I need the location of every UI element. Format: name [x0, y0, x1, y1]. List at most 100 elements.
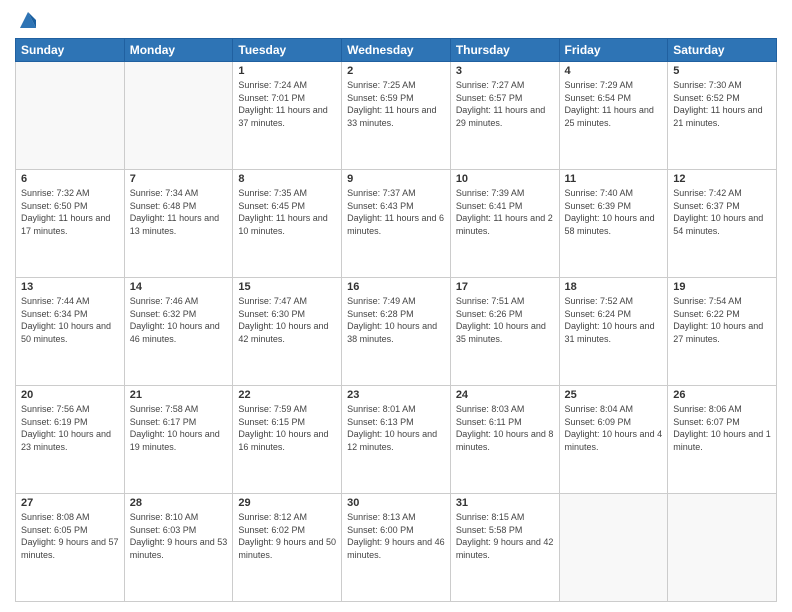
day-number: 7	[130, 173, 228, 185]
day-number: 3	[456, 65, 554, 77]
day-number: 1	[238, 65, 336, 77]
calendar-cell: 9 Sunrise: 7:37 AM Sunset: 6:43 PM Daylig…	[342, 170, 451, 278]
day-info: Sunrise: 7:30 AM Sunset: 6:52 PM Dayligh…	[673, 79, 771, 129]
day-number: 11	[565, 173, 663, 185]
day-info: Sunrise: 7:37 AM Sunset: 6:43 PM Dayligh…	[347, 187, 445, 237]
calendar-cell	[668, 494, 777, 602]
calendar-cell: 27 Sunrise: 8:08 AM Sunset: 6:05 PM Dayli…	[16, 494, 125, 602]
calendar-header-saturday: Saturday	[668, 39, 777, 62]
calendar-table: SundayMondayTuesdayWednesdayThursdayFrid…	[15, 38, 777, 602]
calendar-cell: 13 Sunrise: 7:44 AM Sunset: 6:34 PM Dayli…	[16, 278, 125, 386]
day-info: Sunrise: 7:34 AM Sunset: 6:48 PM Dayligh…	[130, 187, 228, 237]
calendar-cell: 20 Sunrise: 7:56 AM Sunset: 6:19 PM Dayli…	[16, 386, 125, 494]
day-number: 17	[456, 281, 554, 293]
calendar-cell: 31 Sunrise: 8:15 AM Sunset: 5:58 PM Dayli…	[450, 494, 559, 602]
calendar-cell: 21Sunrise: 7:58 AM Sunset: 6:17 PM Dayli…	[124, 386, 233, 494]
day-info: Sunrise: 8:08 AM Sunset: 6:05 PM Dayligh…	[21, 511, 119, 561]
calendar-header-thursday: Thursday	[450, 39, 559, 62]
day-number: 30	[347, 497, 445, 509]
page: SundayMondayTuesdayWednesdayThursdayFrid…	[0, 0, 792, 612]
day-number: 25	[565, 389, 663, 401]
day-info: Sunrise: 7:46 AM Sunset: 6:32 PM Dayligh…	[130, 295, 228, 345]
day-number: 8	[238, 173, 336, 185]
calendar-cell: 28 Sunrise: 8:10 AM Sunset: 6:03 PM Dayli…	[124, 494, 233, 602]
calendar-week-3: 13 Sunrise: 7:44 AM Sunset: 6:34 PM Dayli…	[16, 278, 777, 386]
calendar-header-monday: Monday	[124, 39, 233, 62]
calendar-week-4: 20 Sunrise: 7:56 AM Sunset: 6:19 PM Dayli…	[16, 386, 777, 494]
calendar-week-1: 1Sunrise: 7:24 AM Sunset: 7:01 PM Daylig…	[16, 62, 777, 170]
day-info: Sunrise: 8:01 AM Sunset: 6:13 PM Dayligh…	[347, 403, 445, 453]
day-info: Sunrise: 7:42 AM Sunset: 6:37 PM Dayligh…	[673, 187, 771, 237]
day-info: Sunrise: 7:44 AM Sunset: 6:34 PM Dayligh…	[21, 295, 119, 345]
day-info: Sunrise: 7:35 AM Sunset: 6:45 PM Dayligh…	[238, 187, 336, 237]
calendar-header-friday: Friday	[559, 39, 668, 62]
calendar-cell: 10 Sunrise: 7:39 AM Sunset: 6:41 PM Dayli…	[450, 170, 559, 278]
calendar-cell: 16Sunrise: 7:49 AM Sunset: 6:28 PM Dayli…	[342, 278, 451, 386]
calendar-cell: 18 Sunrise: 7:52 AM Sunset: 6:24 PM Dayli…	[559, 278, 668, 386]
day-number: 5	[673, 65, 771, 77]
day-info: Sunrise: 7:52 AM Sunset: 6:24 PM Dayligh…	[565, 295, 663, 345]
logo	[15, 10, 38, 30]
calendar-cell: 5 Sunrise: 7:30 AM Sunset: 6:52 PM Daylig…	[668, 62, 777, 170]
day-info: Sunrise: 7:58 AM Sunset: 6:17 PM Dayligh…	[130, 403, 228, 453]
day-number: 20	[21, 389, 119, 401]
calendar-cell	[559, 494, 668, 602]
day-info: Sunrise: 7:54 AM Sunset: 6:22 PM Dayligh…	[673, 295, 771, 345]
day-number: 28	[130, 497, 228, 509]
calendar-cell	[16, 62, 125, 170]
day-number: 29	[238, 497, 336, 509]
calendar-header-row: SundayMondayTuesdayWednesdayThursdayFrid…	[16, 39, 777, 62]
day-info: Sunrise: 8:06 AM Sunset: 6:07 PM Dayligh…	[673, 403, 771, 453]
day-info: Sunrise: 7:56 AM Sunset: 6:19 PM Dayligh…	[21, 403, 119, 453]
calendar-cell: 22 Sunrise: 7:59 AM Sunset: 6:15 PM Dayli…	[233, 386, 342, 494]
calendar-cell: 2Sunrise: 7:25 AM Sunset: 6:59 PM Daylig…	[342, 62, 451, 170]
calendar-cell: 14 Sunrise: 7:46 AM Sunset: 6:32 PM Dayli…	[124, 278, 233, 386]
day-number: 14	[130, 281, 228, 293]
day-number: 15	[238, 281, 336, 293]
day-info: Sunrise: 8:13 AM Sunset: 6:00 PM Dayligh…	[347, 511, 445, 561]
day-info: Sunrise: 7:47 AM Sunset: 6:30 PM Dayligh…	[238, 295, 336, 345]
day-number: 12	[673, 173, 771, 185]
day-info: Sunrise: 7:51 AM Sunset: 6:26 PM Dayligh…	[456, 295, 554, 345]
day-info: Sunrise: 7:59 AM Sunset: 6:15 PM Dayligh…	[238, 403, 336, 453]
day-number: 6	[21, 173, 119, 185]
calendar-cell: 26 Sunrise: 8:06 AM Sunset: 6:07 PM Dayli…	[668, 386, 777, 494]
calendar-cell: 4Sunrise: 7:29 AM Sunset: 6:54 PM Daylig…	[559, 62, 668, 170]
day-info: Sunrise: 7:25 AM Sunset: 6:59 PM Dayligh…	[347, 79, 445, 129]
day-number: 13	[21, 281, 119, 293]
day-info: Sunrise: 8:12 AM Sunset: 6:02 PM Dayligh…	[238, 511, 336, 561]
day-number: 27	[21, 497, 119, 509]
calendar-cell: 1Sunrise: 7:24 AM Sunset: 7:01 PM Daylig…	[233, 62, 342, 170]
day-info: Sunrise: 7:27 AM Sunset: 6:57 PM Dayligh…	[456, 79, 554, 129]
calendar-header-tuesday: Tuesday	[233, 39, 342, 62]
day-number: 26	[673, 389, 771, 401]
calendar-cell	[124, 62, 233, 170]
day-info: Sunrise: 7:29 AM Sunset: 6:54 PM Dayligh…	[565, 79, 663, 129]
day-info: Sunrise: 7:40 AM Sunset: 6:39 PM Dayligh…	[565, 187, 663, 237]
day-number: 10	[456, 173, 554, 185]
calendar-cell: 15 Sunrise: 7:47 AM Sunset: 6:30 PM Dayli…	[233, 278, 342, 386]
calendar-cell: 25Sunrise: 8:04 AM Sunset: 6:09 PM Dayli…	[559, 386, 668, 494]
calendar-cell: 29 Sunrise: 8:12 AM Sunset: 6:02 PM Dayli…	[233, 494, 342, 602]
calendar-cell: 11 Sunrise: 7:40 AM Sunset: 6:39 PM Dayli…	[559, 170, 668, 278]
day-number: 19	[673, 281, 771, 293]
calendar-cell: 24Sunrise: 8:03 AM Sunset: 6:11 PM Dayli…	[450, 386, 559, 494]
calendar-cell: 12 Sunrise: 7:42 AM Sunset: 6:37 PM Dayli…	[668, 170, 777, 278]
day-info: Sunrise: 8:10 AM Sunset: 6:03 PM Dayligh…	[130, 511, 228, 561]
day-info: Sunrise: 7:32 AM Sunset: 6:50 PM Dayligh…	[21, 187, 119, 237]
calendar-cell: 30 Sunrise: 8:13 AM Sunset: 6:00 PM Dayli…	[342, 494, 451, 602]
day-info: Sunrise: 7:39 AM Sunset: 6:41 PM Dayligh…	[456, 187, 554, 237]
day-number: 31	[456, 497, 554, 509]
logo-icon	[18, 10, 38, 30]
calendar-header-wednesday: Wednesday	[342, 39, 451, 62]
calendar-cell: 6 Sunrise: 7:32 AM Sunset: 6:50 PM Daylig…	[16, 170, 125, 278]
calendar-cell: 3 Sunrise: 7:27 AM Sunset: 6:57 PM Daylig…	[450, 62, 559, 170]
header	[15, 10, 777, 30]
calendar-cell: 17 Sunrise: 7:51 AM Sunset: 6:26 PM Dayli…	[450, 278, 559, 386]
calendar-week-2: 6 Sunrise: 7:32 AM Sunset: 6:50 PM Daylig…	[16, 170, 777, 278]
calendar-cell: 23Sunrise: 8:01 AM Sunset: 6:13 PM Dayli…	[342, 386, 451, 494]
day-number: 22	[238, 389, 336, 401]
day-number: 18	[565, 281, 663, 293]
day-number: 9	[347, 173, 445, 185]
day-info: Sunrise: 8:15 AM Sunset: 5:58 PM Dayligh…	[456, 511, 554, 561]
